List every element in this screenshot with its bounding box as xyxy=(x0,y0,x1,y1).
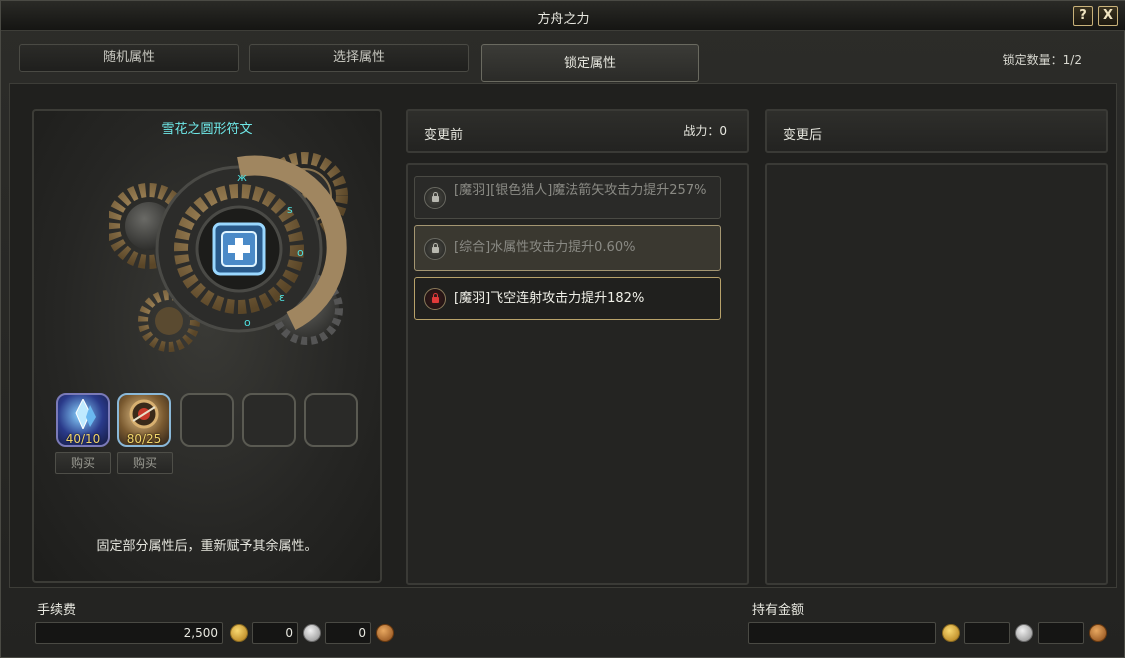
held-gold xyxy=(748,622,936,644)
after-header: 变更后 xyxy=(765,109,1108,153)
fee-gold: 2,500 xyxy=(35,622,223,644)
gold-coin-icon xyxy=(230,624,248,642)
rune-gear-icon: ж s o ε o xyxy=(109,152,348,352)
after-label: 变更后 xyxy=(783,128,823,143)
attribute-row[interactable]: [魔羽][银色猎人]魔法箭矢攻击力提升257% xyxy=(414,176,721,219)
svg-text:o: o xyxy=(244,316,251,329)
fee-copper: 0 xyxy=(325,622,371,644)
before-header: 变更前 战力：0 xyxy=(406,109,749,153)
slot-empty[interactable] xyxy=(180,393,234,447)
rune-panel: 雪花之圆形符文 ж s o ε o 40/10 80/25 购买 购买 固定部分… xyxy=(32,109,382,583)
slot-value: 80/25 xyxy=(126,432,162,446)
silver-coin-icon xyxy=(1015,624,1033,642)
attribute-text: [魔羽]飞空连射攻击力提升182% xyxy=(454,291,645,306)
before-label: 变更前 xyxy=(424,128,464,143)
lock-icon[interactable] xyxy=(424,288,446,310)
held-copper xyxy=(1038,622,1084,644)
svg-text:ε: ε xyxy=(279,291,285,304)
gold-coin-icon xyxy=(942,624,960,642)
compass-icon xyxy=(129,399,159,429)
copper-coin-icon xyxy=(1089,624,1107,642)
unlock-icon[interactable] xyxy=(424,238,446,260)
held-money-label: 持有金额 xyxy=(752,603,805,618)
svg-text:s: s xyxy=(287,203,293,216)
help-button[interactable]: ? xyxy=(1073,6,1093,26)
svg-text:o: o xyxy=(297,246,304,259)
ark-power-window: 方舟之力 ? X 随机属性 选择属性 锁定属性 锁定数量：1/2 雪花之圆形符文 xyxy=(0,0,1125,658)
attribute-text: [综合]水属性攻击力提升0.60% xyxy=(454,240,636,255)
unlock-icon[interactable] xyxy=(424,187,446,209)
title-bar[interactable]: 方舟之力 ? X xyxy=(1,1,1125,31)
fee-label: 手续费 xyxy=(37,603,77,618)
tab-lock-attributes[interactable]: 锁定属性 xyxy=(481,44,699,82)
silver-coin-icon xyxy=(303,624,321,642)
window-title: 方舟之力 xyxy=(537,12,590,27)
lock-description: 固定部分属性后，重新赋予其余属性。 xyxy=(96,539,318,554)
buy-button-compass[interactable]: 购买 xyxy=(117,452,173,474)
close-button[interactable]: X xyxy=(1098,6,1118,26)
slot-empty[interactable] xyxy=(304,393,358,447)
fee-silver: 0 xyxy=(252,622,298,644)
slot-compass[interactable]: 80/25 xyxy=(117,393,171,447)
slot-crystal[interactable]: 40/10 xyxy=(56,393,110,447)
tab-random-attributes[interactable]: 随机属性 xyxy=(19,44,239,72)
held-silver xyxy=(964,622,1010,644)
tab-select-attributes[interactable]: 选择属性 xyxy=(249,44,469,72)
attribute-row-locked[interactable]: [魔羽]飞空连射攻击力提升182% xyxy=(414,277,721,320)
svg-text:ж: ж xyxy=(237,171,247,184)
buy-button-crystal[interactable]: 购买 xyxy=(55,452,111,474)
rune-name: 雪花之圆形符文 xyxy=(161,122,253,137)
after-attribute-list xyxy=(765,163,1108,585)
combat-power: 战力：0 xyxy=(683,124,727,138)
attribute-text: [魔羽][银色猎人]魔法箭矢攻击力提升257% xyxy=(454,183,707,198)
attribute-row[interactable]: [综合]水属性攻击力提升0.60% xyxy=(414,225,721,271)
copper-coin-icon xyxy=(376,624,394,642)
lock-count: 锁定数量：1/2 xyxy=(1002,53,1082,67)
crystal-icon xyxy=(75,399,96,429)
slot-empty[interactable] xyxy=(242,393,296,447)
slot-value: 40/10 xyxy=(65,432,101,446)
